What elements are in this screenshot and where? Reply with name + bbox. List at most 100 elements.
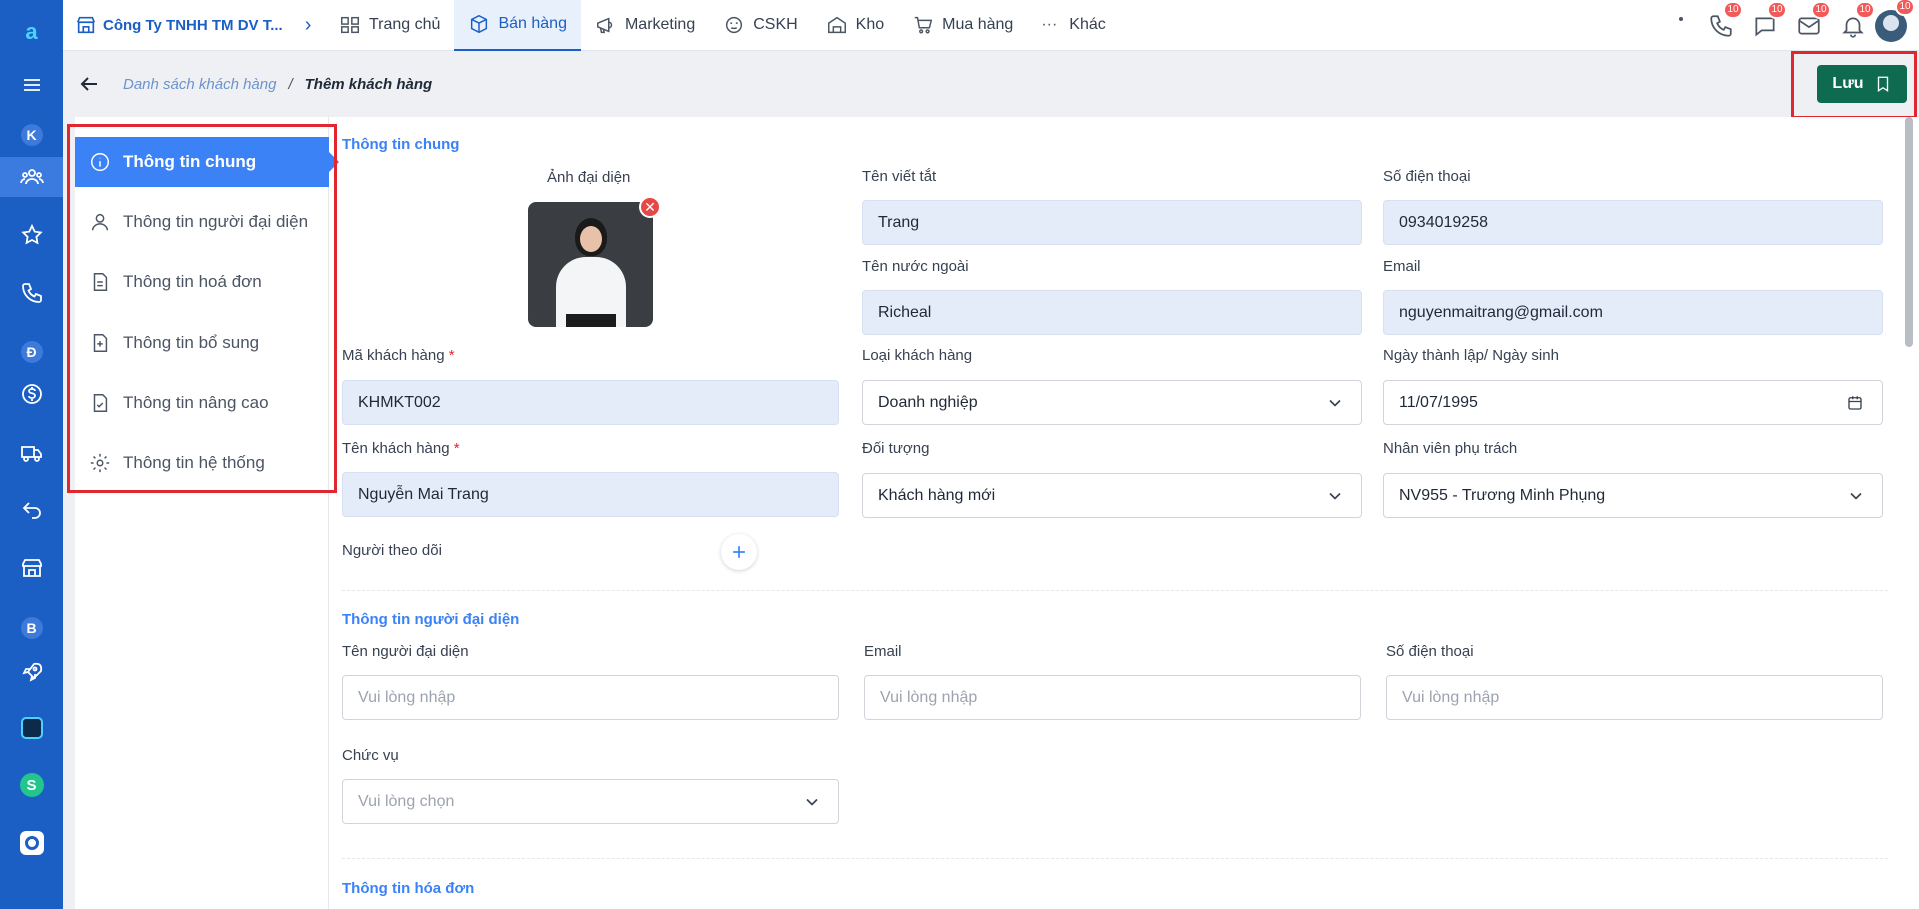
email-value: nguyenmaitrang@gmail.com [1399, 303, 1603, 321]
company-name: Công Ty TNHH TM DV T... [103, 16, 283, 34]
rail-item-k[interactable]: K [0, 115, 63, 155]
customer-name-label: Tên khách hàng * [342, 440, 460, 457]
dob-value: 11/07/1995 [1399, 393, 1478, 411]
phone-value: 0934019258 [1399, 213, 1488, 231]
customer-avatar[interactable] [528, 202, 653, 327]
calendar-icon[interactable] [1846, 394, 1864, 417]
plus-icon [733, 546, 745, 558]
truck-icon[interactable] [0, 433, 63, 473]
email-label: Email [1383, 258, 1421, 275]
mail-button[interactable]: 10 [1787, 0, 1831, 39]
position-select[interactable]: Vui lòng chọn [342, 779, 839, 824]
box-icon [471, 14, 488, 34]
rep-phone-input[interactable]: Vui lòng nhập [1386, 675, 1883, 720]
nav-label: Trang chủ [369, 16, 441, 33]
position-label: Chức vụ [342, 747, 399, 764]
nav-marketing[interactable]: Marketing [581, 0, 709, 51]
phone-input[interactable]: 0934019258 [1383, 200, 1883, 245]
star-icon[interactable] [0, 215, 63, 255]
customer-code-input[interactable]: KHMKT002 [342, 380, 839, 425]
notification-badge: 10 [1723, 0, 1743, 19]
left-rail: a K Đ B S [0, 0, 63, 909]
phone-icon[interactable] [0, 273, 63, 313]
app-logo[interactable]: a [0, 12, 63, 52]
rep-email-input[interactable]: Vui lòng nhập [864, 675, 1361, 720]
notification-badge: 10 [1895, 0, 1915, 16]
customer-name-input[interactable]: Nguyễn Mai Trang [342, 472, 839, 517]
object-select[interactable]: Khách hàng mới [862, 473, 1362, 518]
object-label: Đối tượng [862, 440, 930, 457]
staff-label: Nhân viên phụ trách [1383, 440, 1518, 457]
customers-icon[interactable] [0, 157, 63, 197]
scrollbar[interactable] [1905, 117, 1913, 347]
app-badge-icon[interactable] [0, 708, 63, 748]
required-mark: * [448, 347, 455, 364]
foreign-name-label: Tên nước ngoài [862, 258, 969, 275]
dob-label: Ngày thành lập/ Ngày sinh [1383, 347, 1559, 364]
rep-name-input[interactable]: Vui lòng nhập [342, 675, 839, 720]
breadcrumb-customer-list[interactable]: Danh sách khách hàng [123, 76, 276, 93]
nav-label: Mua hàng [942, 16, 1014, 33]
rail-item-d[interactable]: Đ [0, 332, 63, 372]
foreign-name-input[interactable]: Richeal [862, 290, 1362, 335]
customer-name-value: Nguyễn Mai Trang [358, 485, 489, 503]
chevron-down-icon [1325, 486, 1345, 511]
add-follower-button[interactable] [721, 534, 757, 570]
call-button[interactable]: 10 [1699, 0, 1743, 39]
short-name-input[interactable]: Trang [862, 200, 1362, 245]
return-icon[interactable] [0, 490, 63, 530]
nav-purchase[interactable]: Mua hàng [898, 0, 1027, 51]
chevron-right-icon: › [304, 13, 312, 36]
customer-name-label-text: Tên khách hàng [342, 440, 450, 457]
g-app-icon[interactable] [0, 823, 63, 863]
rocket-icon[interactable] [0, 652, 63, 692]
chevron-down-icon [1846, 486, 1866, 511]
email-input[interactable]: nguyenmaitrang@gmail.com [1383, 290, 1883, 335]
rep-email-placeholder: Vui lòng nhập [880, 688, 978, 706]
breadcrumb: Danh sách khách hàng / Thêm khách hàng L… [63, 51, 1919, 117]
menu-toggle-icon[interactable] [0, 65, 63, 105]
megaphone-icon [596, 17, 613, 34]
customer-code-value: KHMKT002 [358, 393, 441, 411]
company-switcher[interactable]: Công Ty TNHH TM DV T... › [63, 14, 325, 37]
customer-code-label: Mã khách hàng * [342, 347, 455, 364]
nav-home[interactable]: Trang chủ [325, 0, 454, 51]
rep-phone-label: Số điện thoại [1386, 643, 1474, 660]
breadcrumb-current: Thêm khách hàng [304, 75, 433, 93]
rep-email-label: Email [864, 643, 902, 660]
remove-avatar-icon[interactable]: ✕ [639, 196, 661, 218]
rep-phone-placeholder: Vui lòng nhập [1402, 688, 1500, 706]
notification-badge: 10 [1811, 0, 1831, 19]
dob-input[interactable]: 11/07/1995 [1383, 380, 1883, 425]
staff-select[interactable]: NV955 - Trương Minh Phụng [1383, 473, 1883, 518]
notification-badge: 10 [1855, 0, 1875, 19]
dot-indicator [1679, 16, 1683, 21]
user-menu[interactable]: 10 [1875, 0, 1919, 42]
customer-type-select[interactable]: Doanh nghiệp [862, 380, 1362, 425]
nav-more[interactable]: ··· Khác [1027, 0, 1119, 51]
rail-item-b[interactable]: B [0, 608, 63, 648]
store-icon[interactable] [0, 548, 63, 588]
avatar-label: Ảnh đại diện [547, 169, 631, 186]
nav-cskh[interactable]: CSKH [709, 0, 811, 51]
customer-form: Thông tin chung Ảnh đại diện ✕ Tên viết … [342, 117, 1888, 909]
save-highlight-box [1791, 51, 1917, 119]
nav-warehouse[interactable]: Kho [812, 0, 898, 51]
position-placeholder: Vui lòng chọn [358, 792, 455, 810]
customer-code-label-text: Mã khách hàng [342, 347, 445, 364]
s-app-icon[interactable]: S [0, 765, 63, 805]
support-icon [726, 16, 743, 34]
arrow-left-icon [80, 77, 97, 91]
building-icon [76, 16, 96, 34]
section-divider [342, 858, 1888, 859]
top-right-tools: 10 10 10 10 10 [1679, 0, 1919, 51]
section-title-general: Thông tin chung [342, 136, 460, 153]
foreign-name-value: Richeal [878, 303, 932, 321]
customer-type-label: Loại khách hàng [862, 347, 973, 364]
bell-button[interactable]: 10 [1831, 0, 1875, 39]
dollar-icon[interactable] [0, 374, 63, 414]
chat-button[interactable]: 10 [1743, 0, 1787, 39]
nav-sales[interactable]: Bán hàng [454, 0, 581, 51]
section-divider [342, 590, 1888, 591]
back-button[interactable] [77, 72, 107, 96]
